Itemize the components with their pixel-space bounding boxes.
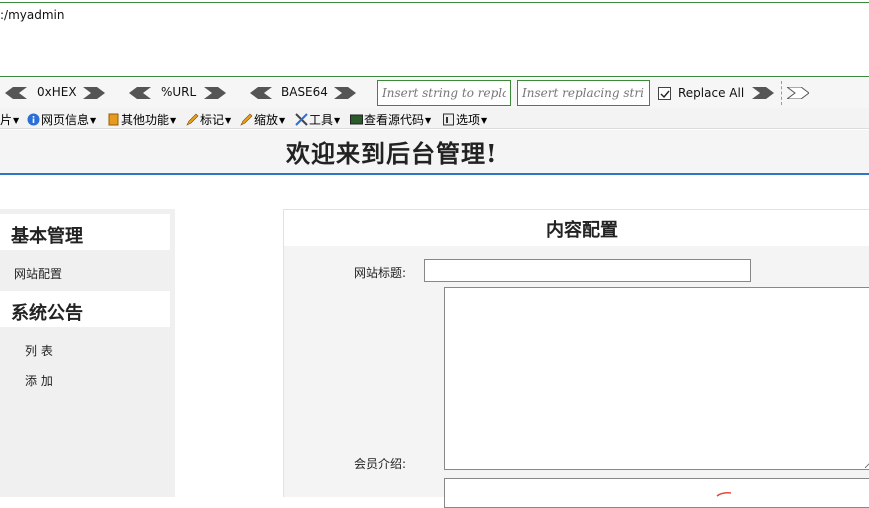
replace-all-label: Replace All [678,86,745,100]
red-stroke-mark [716,492,732,497]
sidebar: 基本管理 网站配置 系统公告 列 表 添 加 [0,209,175,497]
hex-label: 0xHEX [37,85,77,99]
sidebar-section-basic-management: 基本管理 [0,214,170,250]
base64-label: BASE64 [281,85,328,99]
replace-go-arrow-icon[interactable] [752,87,774,99]
document-icon [108,113,119,126]
menu-page-info[interactable]: 网页信息▼ [27,111,96,127]
member-intro-label: 会员介绍: [354,457,407,471]
search-string-input[interactable] [377,80,511,106]
url-label: %URL [161,85,197,99]
web-developer-menu-bar: 片▼ 网页信息▼ 其他功能▼ 标记▼ 缩放▼ 工具▼ 查看源代码▼ 选项▼ [0,108,869,129]
site-title-input[interactable] [424,259,751,282]
encoding-toolbar: 0xHEX %URL BASE64 Replace All [0,78,869,108]
tools-icon [295,113,308,126]
menu-other-functions[interactable]: 其他功能▼ [107,111,176,127]
menu-tools[interactable]: 工具▼ [295,111,340,127]
chevron-down-icon: ▼ [279,116,286,125]
info-icon [27,113,40,126]
sidebar-item-add[interactable]: 添 加 [25,372,53,389]
menu-mark[interactable]: 标记▼ [186,111,231,127]
url-decode-arrow-icon[interactable] [129,87,151,99]
replace-string-input[interactable] [517,80,650,106]
base64-encode-arrow-icon[interactable] [334,87,356,99]
execute-arrow-icon[interactable] [787,87,809,99]
url-encode-arrow-icon[interactable] [204,87,226,99]
hex-encode-arrow-icon[interactable] [83,87,105,99]
page-title: 欢迎来到后台管理! [286,139,498,168]
menu-images[interactable]: 片▼ [0,111,19,127]
sidebar-section-system-notice: 系统公告 [0,291,170,327]
hex-decode-arrow-icon[interactable] [5,87,27,99]
menu-view-source[interactable]: 查看源代码▼ [350,111,431,127]
pencil-icon [186,113,199,126]
replace-all-checkbox[interactable] [658,87,671,100]
content-header: 内容配置 [284,210,869,246]
chevron-down-icon: ▼ [170,116,177,125]
chevron-down-icon: ▼ [481,116,488,125]
sidebar-item-list[interactable]: 列 表 [25,342,53,359]
options-icon [443,113,454,126]
chevron-down-icon: ▼ [13,116,20,125]
menu-options[interactable]: 选项▼ [442,111,487,127]
content-title: 内容配置 [546,220,618,241]
sidebar-item-site-config[interactable]: 网站配置 [14,265,62,282]
menu-zoom[interactable]: 缩放▼ [240,111,285,127]
chevron-down-icon: ▼ [90,116,97,125]
base64-decode-arrow-icon[interactable] [250,87,272,99]
page-header: 欢迎来到后台管理! [0,130,869,175]
site-title-label: 网站标题: [354,266,407,280]
secondary-textarea[interactable] [444,478,869,508]
checkmark-icon [660,90,670,99]
monitor-icon [350,114,363,125]
url-text: :/myadmin [0,8,65,22]
chevron-down-icon: ▼ [425,116,432,125]
content-panel: 内容配置 网站标题: 会员介绍: [283,209,869,508]
url-textarea[interactable]: :/myadmin [0,2,869,77]
toolbar-divider [781,81,782,105]
member-intro-textarea[interactable] [444,287,869,470]
pencil-icon [240,113,253,126]
chevron-down-icon: ▼ [334,116,341,125]
chevron-down-icon: ▼ [225,116,232,125]
